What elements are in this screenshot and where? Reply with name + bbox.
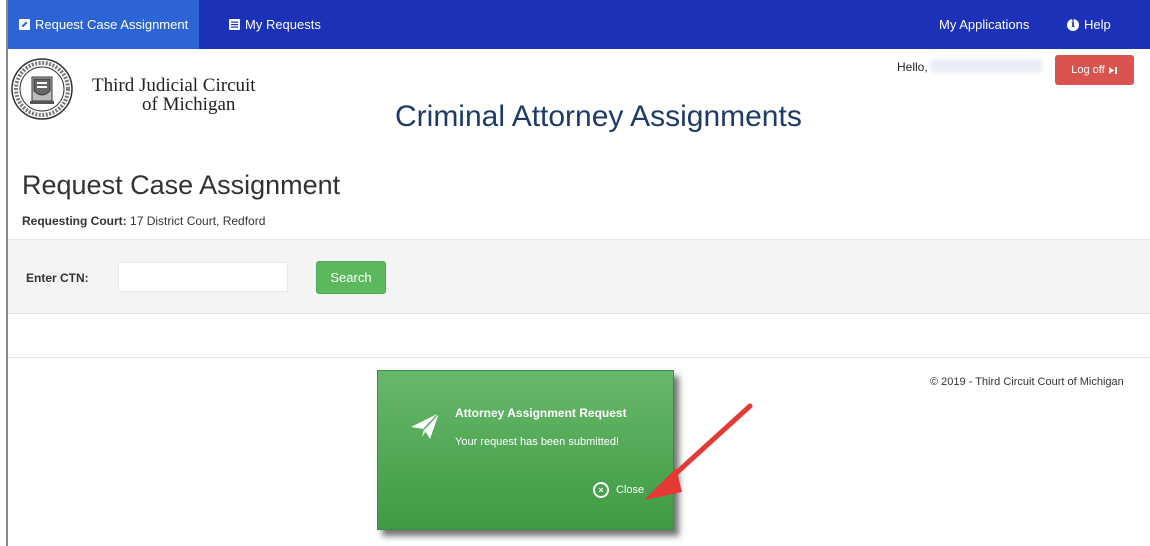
edit-icon: [19, 19, 30, 30]
site-title: Criminal Attorney Assignments: [395, 100, 802, 133]
logoff-button[interactable]: Log off: [1055, 55, 1134, 85]
paper-plane-icon: [411, 412, 440, 439]
footer-copyright: © 2019 - Third Circuit Court of Michigan: [930, 376, 1124, 388]
toast-close-button[interactable]: × Close: [593, 482, 644, 498]
nav-label: My Requests: [245, 17, 321, 32]
top-navbar: Request Case Assignment My Requests My A…: [8, 0, 1150, 49]
org-name-line2: of Michigan: [142, 94, 236, 115]
list-icon: [229, 19, 240, 30]
ctn-input[interactable]: [118, 262, 288, 292]
page-title: Request Case Assignment: [22, 170, 341, 200]
nav-help[interactable]: i Help: [1056, 0, 1122, 49]
nav-request-case-assignment[interactable]: Request Case Assignment: [8, 0, 200, 49]
success-toast: Attorney Assignment Request Your request…: [377, 370, 674, 530]
logoff-label: Log off: [1071, 64, 1105, 76]
close-icon: ×: [593, 482, 609, 498]
divider: [8, 357, 1150, 358]
app-frame: Request Case Assignment My Requests My A…: [6, 0, 1150, 546]
court-value: 17 District Court, Redford: [130, 214, 266, 228]
nav-my-requests[interactable]: My Requests: [218, 0, 332, 49]
toast-message: Your request has been submitted!: [455, 436, 620, 448]
ctn-label: Enter CTN:: [26, 271, 89, 285]
nav-label: My Applications: [939, 17, 1030, 32]
logout-icon: [1108, 66, 1117, 74]
close-label: Close: [616, 484, 645, 496]
nav-my-applications[interactable]: My Applications: [928, 0, 1040, 49]
info-icon: i: [1067, 18, 1079, 31]
hello-greeting: Hello,: [897, 60, 928, 74]
redacted-username: [930, 59, 1042, 73]
toast-title: Attorney Assignment Request: [455, 406, 627, 420]
search-button[interactable]: Search: [316, 261, 386, 294]
nav-label: Help: [1084, 17, 1111, 32]
court-label: Requesting Court:: [22, 214, 127, 228]
nav-label: Request Case Assignment: [35, 17, 189, 32]
requesting-court: Requesting Court: 17 District Court, Red…: [22, 214, 265, 228]
court-seal-logo: [11, 58, 73, 120]
search-panel: Enter CTN: Search: [8, 239, 1150, 314]
